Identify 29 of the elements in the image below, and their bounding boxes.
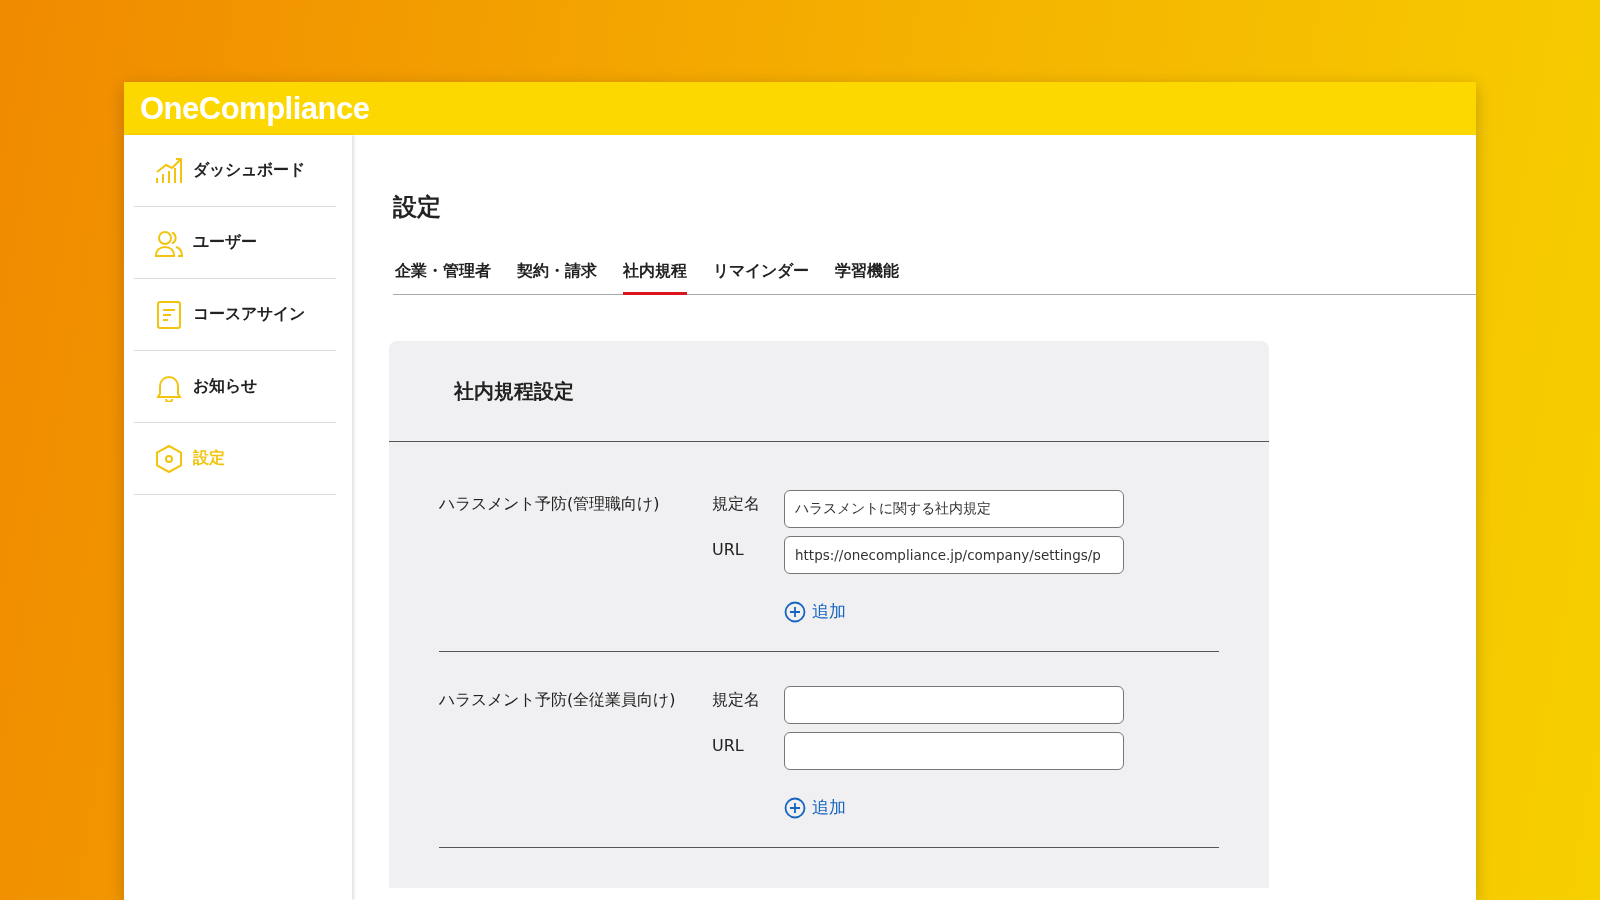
sidebar-item[interactable]: お知らせ xyxy=(134,351,336,423)
logo: OneCompliance xyxy=(140,90,370,127)
page-title: 設定 xyxy=(393,192,442,223)
tab[interactable]: 契約・請求 xyxy=(517,261,597,295)
add-button[interactable]: 追加 xyxy=(784,796,846,819)
field-label: URL xyxy=(712,736,745,755)
tab[interactable]: 学習機能 xyxy=(835,261,899,295)
tab[interactable]: 社内規程 xyxy=(623,261,687,295)
settings-icon xyxy=(154,443,184,474)
field-label: URL xyxy=(712,540,745,559)
policy-name: ハラスメント予防(管理職向け) xyxy=(439,494,661,515)
card-title: 社内規程設定 xyxy=(454,377,574,405)
document-icon xyxy=(154,299,184,330)
plus-icon xyxy=(784,796,806,819)
policy-name: ハラスメント予防(全従業員向け) xyxy=(439,690,677,711)
sidebar-item[interactable]: ユーザー xyxy=(134,207,336,279)
field-label: 規定名 xyxy=(712,494,761,515)
field-label: 規定名 xyxy=(712,690,761,711)
plus-icon xyxy=(784,600,806,623)
input-field[interactable]: https://onecompliance.jp/company/settings/p xyxy=(784,536,1124,574)
input-field[interactable] xyxy=(784,732,1124,770)
sidebar-item[interactable]: コースアサイン xyxy=(134,279,336,351)
sidebar-item[interactable]: ダッシュボード xyxy=(134,135,336,207)
tab[interactable]: 企業・管理者 xyxy=(395,261,491,295)
bar-chart-icon xyxy=(154,155,184,186)
tab[interactable]: リマインダー xyxy=(713,261,809,295)
input-field[interactable] xyxy=(784,686,1124,724)
add-button[interactable]: 追加 xyxy=(784,600,846,623)
input-field[interactable]: ハラスメントに関する社内規定 xyxy=(784,490,1124,528)
